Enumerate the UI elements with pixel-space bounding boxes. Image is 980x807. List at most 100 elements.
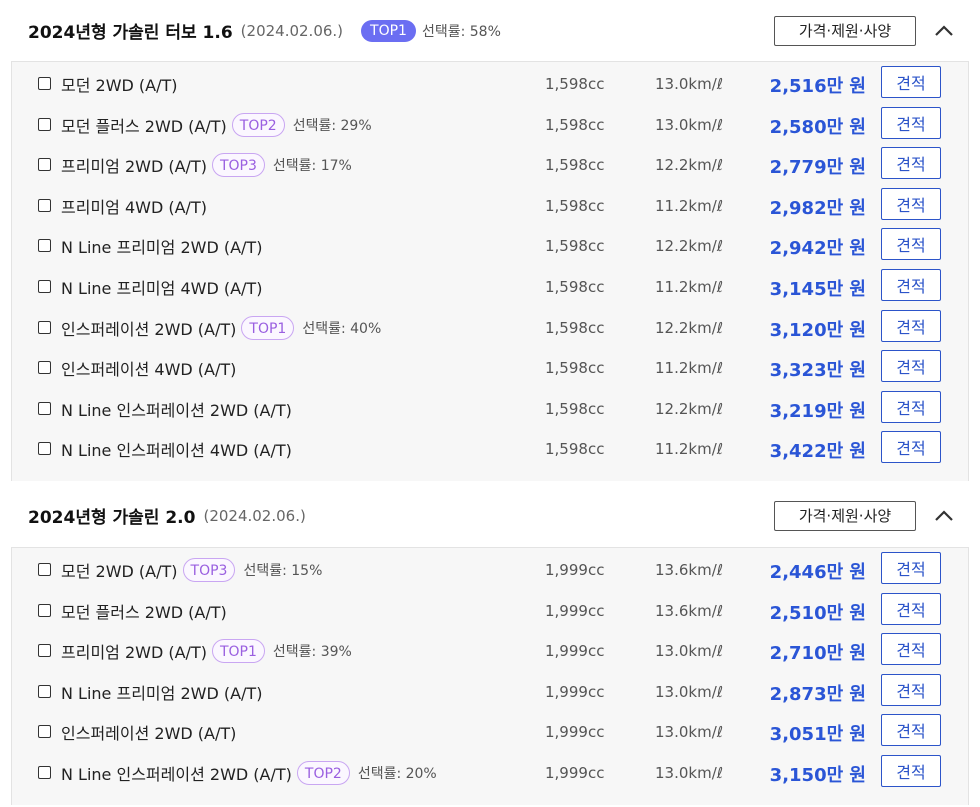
section-header: 2024년형 가솔린 2.0 (2024.02.06.) 가격·제원·사양 <box>0 481 980 547</box>
fuel-efficiency: 12.2km/ℓ <box>655 237 723 256</box>
quote-button[interactable]: 견적 <box>881 714 941 747</box>
quote-button[interactable]: 견적 <box>881 268 941 301</box>
section-date: (2024.02.06.) <box>203 506 306 525</box>
fuel-efficiency: 12.2km/ℓ <box>655 318 723 337</box>
displacement: 1,598cc <box>545 440 605 459</box>
displacement: 1,999cc <box>545 642 605 661</box>
fuel-efficiency: 11.2km/ℓ <box>655 277 723 296</box>
displacement: 1,598cc <box>545 75 605 93</box>
price: 3,323만 원 <box>769 360 866 382</box>
top-badge: TOP3 <box>182 557 236 582</box>
quote-button[interactable]: 견적 <box>881 228 941 261</box>
trim-checkbox[interactable] <box>38 361 51 375</box>
trim-checkbox[interactable] <box>38 765 51 779</box>
trim-name: N Line 인스퍼레이션 2WD (A/T) <box>61 400 292 420</box>
trim-name-area: N Line 프리미엄 2WD (A/T) <box>61 679 262 705</box>
selection-rate: 선택률: 20% <box>357 765 437 782</box>
trim-checkbox[interactable] <box>38 239 51 253</box>
quote-button[interactable]: 견적 <box>881 350 941 383</box>
chevron-up-icon[interactable] <box>933 20 955 42</box>
trim-checkbox[interactable] <box>38 279 51 293</box>
trim-name: N Line 프리미엄 2WD (A/T) <box>61 238 263 258</box>
trim-checkbox[interactable] <box>38 725 51 739</box>
price-spec-button[interactable]: 가격·제원·사양 <box>774 15 916 46</box>
trim-row: 모던 플러스 2WD (A/T) 1,999cc 13.6km/ℓ 2,510만 원 견… <box>12 592 968 639</box>
trim-name-area: 모던 2WD (A/T) <box>61 71 178 97</box>
trim-checkbox[interactable] <box>38 401 51 415</box>
trim-name: 프리미엄 4WD (A/T) <box>61 197 207 217</box>
section-title: 2024년형 가솔린 2.0 <box>28 508 196 529</box>
trim-checkbox[interactable] <box>38 158 51 172</box>
price: 3,219만 원 <box>769 400 866 422</box>
quote-button[interactable]: 견적 <box>881 66 941 98</box>
fuel-efficiency: 12.2km/ℓ <box>655 399 723 418</box>
trim-checkbox[interactable] <box>38 320 51 334</box>
price: 3,145만 원 <box>769 278 866 300</box>
fuel-efficiency: 11.2km/ℓ <box>655 359 723 378</box>
selection-rate: 선택률: 17% <box>272 158 352 175</box>
trim-checkbox[interactable] <box>38 77 51 90</box>
quote-button[interactable]: 견적 <box>881 673 941 706</box>
top-badge: TOP2 <box>231 112 285 137</box>
fuel-efficiency: 13.6km/ℓ <box>655 601 723 620</box>
trim-checkbox[interactable] <box>38 442 51 456</box>
trim-checkbox[interactable] <box>38 603 51 617</box>
trim-name-area: 인스퍼레이션 4WD (A/T) <box>61 355 236 381</box>
quote-button[interactable]: 견적 <box>881 551 941 584</box>
trim-name-area: 모던 2WD (A/T) TOP3 선택률: 15% <box>61 557 322 583</box>
displacement: 1,598cc <box>545 115 605 134</box>
trim-row: 프리미엄 4WD (A/T) 1,598cc 11.2km/ℓ 2,982만 원 견적 <box>12 187 968 234</box>
quote-button[interactable]: 견적 <box>881 187 941 220</box>
trim-checkbox[interactable] <box>38 198 51 212</box>
fuel-efficiency: 12.2km/ℓ <box>655 156 723 175</box>
trim-row: N Line 인스퍼레이션 4WD (A/T) 1,598cc 11.2km/ℓ 3,… <box>12 431 968 477</box>
trim-name-area: N Line 프리미엄 2WD (A/T) <box>61 233 262 259</box>
fuel-efficiency: 13.0km/ℓ <box>655 75 723 93</box>
trim-list: 모던 2WD (A/T) 1,598cc 13.0km/ℓ 2,516만 원 견적 모던 … <box>11 61 969 481</box>
price: 2,982만 원 <box>769 197 866 219</box>
fuel-efficiency: 13.0km/ℓ <box>655 682 723 701</box>
trim-row: 인스퍼레이션 4WD (A/T) 1,598cc 11.2km/ℓ 3,323만 원 견… <box>12 350 968 396</box>
price: 3,051만 원 <box>769 724 866 746</box>
top-badge: TOP2 <box>296 760 350 785</box>
displacement: 1,598cc <box>545 399 605 418</box>
quote-button[interactable]: 견적 <box>881 390 941 423</box>
trim-name-area: 프리미엄 4WD (A/T) <box>61 193 207 219</box>
trim-name-area: N Line 프리미엄 4WD (A/T) <box>61 274 262 300</box>
price: 3,150만 원 <box>769 764 866 786</box>
trim-name: 인스퍼레이션 4WD (A/T) <box>61 360 237 380</box>
quote-button[interactable]: 견적 <box>881 754 941 787</box>
quote-button[interactable]: 견적 <box>881 633 941 666</box>
price: 2,710만 원 <box>769 643 866 665</box>
displacement: 1,598cc <box>545 359 605 378</box>
trim-checkbox[interactable] <box>38 117 51 131</box>
quote-button[interactable]: 견적 <box>881 309 941 342</box>
selection-rate: 선택률: 15% <box>243 562 323 579</box>
trim-name: 프리미엄 2WD (A/T) <box>61 157 207 177</box>
chevron-up-icon[interactable] <box>933 505 955 527</box>
fuel-efficiency: 13.0km/ℓ <box>655 763 723 782</box>
fuel-efficiency: 13.0km/ℓ <box>655 115 723 134</box>
trim-checkbox[interactable] <box>38 562 51 576</box>
quote-button[interactable]: 견적 <box>881 106 941 139</box>
trim-name: N Line 프리미엄 4WD (A/T) <box>61 278 263 298</box>
trim-checkbox[interactable] <box>38 644 51 658</box>
trim-row: 모던 2WD (A/T) TOP3 선택률: 15% 1,999cc 13.6km/ℓ 2… <box>12 551 968 598</box>
selection-rate: 선택률: 29% <box>292 117 372 134</box>
trim-name: N Line 인스퍼레이션 2WD (A/T) <box>61 764 292 784</box>
selection-rate: 선택률: 58% <box>421 23 501 40</box>
trim-row: N Line 프리미엄 2WD (A/T) 1,999cc 13.0km/ℓ 2,87… <box>12 673 968 720</box>
trim-name-area: 인스퍼레이션 2WD (A/T) <box>61 719 236 745</box>
trim-checkbox[interactable] <box>38 684 51 698</box>
selection-rate: 선택률: 39% <box>272 644 352 661</box>
quote-button[interactable]: 견적 <box>881 147 941 180</box>
quote-button[interactable]: 견적 <box>881 431 941 464</box>
price-spec-button[interactable]: 가격·제원·사양 <box>774 500 916 531</box>
fuel-efficiency: 13.0km/ℓ <box>655 723 723 742</box>
fuel-efficiency: 11.2km/ℓ <box>655 440 723 459</box>
selection-rate: 선택률: 40% <box>302 320 382 337</box>
price: 2,446만 원 <box>769 561 866 583</box>
trim-name-area: 모던 플러스 2WD (A/T) TOP2 선택률: 29% <box>61 112 372 138</box>
fuel-efficiency: 11.2km/ℓ <box>655 196 723 215</box>
quote-button[interactable]: 견적 <box>881 592 941 625</box>
